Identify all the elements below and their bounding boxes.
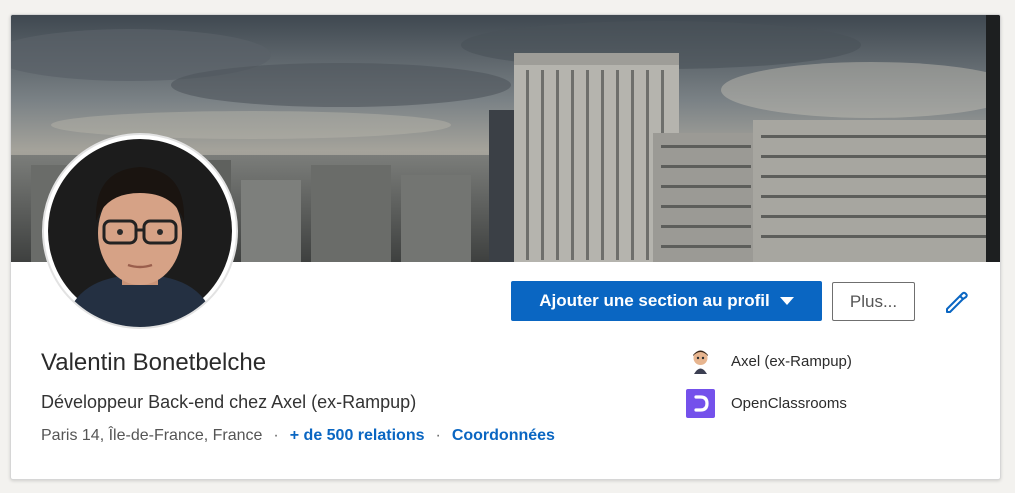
separator-dot: · [435, 427, 441, 444]
profile-location: Paris 14, Île-de-France, France [41, 427, 263, 444]
caret-down-icon [779, 297, 794, 305]
separator-dot: · [273, 427, 279, 444]
organization-axel[interactable]: Axel (ex-Rampup) [686, 347, 852, 376]
profile-meta: Paris 14, Île-de-France, France · + de 5… [41, 427, 555, 445]
profile-card: Ajouter une section au profil Plus... Va… [10, 14, 1001, 480]
profile-avatar[interactable] [42, 133, 238, 329]
organization-openclassrooms[interactable]: OpenClassrooms [686, 389, 847, 418]
openclassrooms-logo-icon [686, 389, 715, 418]
profile-headline: Développeur Back-end chez Axel (ex-Rampu… [41, 392, 417, 412]
organization-openclassrooms-label: OpenClassrooms [731, 395, 847, 412]
more-button-label: Plus... [849, 291, 898, 311]
add-profile-section-label: Ajouter une section au profil [539, 291, 770, 310]
contact-info-link[interactable]: Coordonnées [452, 427, 555, 445]
organization-axel-label: Axel (ex-Rampup) [731, 353, 852, 370]
axel-logo-icon [686, 347, 715, 376]
add-profile-section-button[interactable]: Ajouter une section au profil [511, 281, 822, 321]
connections-link[interactable]: + de 500 relations [290, 427, 425, 445]
pencil-edit-icon[interactable] [941, 287, 971, 317]
profile-name: Valentin Bonetbelche [41, 349, 267, 376]
more-button[interactable]: Plus... [832, 282, 915, 321]
